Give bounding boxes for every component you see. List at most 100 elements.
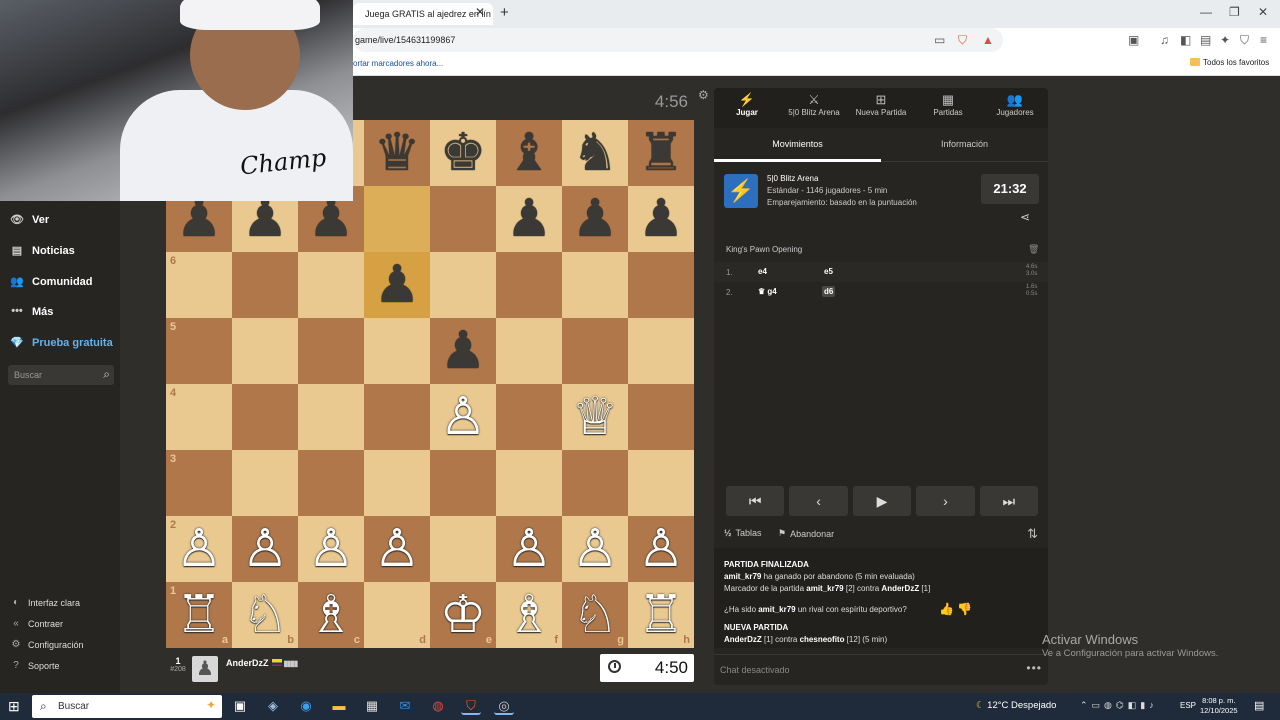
square-e2[interactable] <box>430 516 496 582</box>
square-g6[interactable] <box>562 252 628 318</box>
previous-move-button[interactable]: ‹ <box>789 486 848 516</box>
tab-jugadores[interactable]: 👥 Jugadores <box>982 92 1048 117</box>
square-b1[interactable]: ♘ b <box>232 582 298 648</box>
square-e7[interactable] <box>430 186 496 252</box>
square-c2[interactable]: ♙ <box>298 516 364 582</box>
start-icon[interactable]: ⊞ <box>8 698 20 715</box>
square-h5[interactable] <box>628 318 694 384</box>
language-indicator[interactable]: ESP <box>1180 701 1196 710</box>
sidebar-item-comunidad[interactable]: 👥 Comunidad <box>8 275 92 289</box>
tab-blitz-arena[interactable]: ⚔ 5|0 Blitz Arena <box>781 92 847 117</box>
chess-piece[interactable]: ♜ <box>638 127 685 179</box>
square-f3[interactable] <box>496 450 562 516</box>
brave-icon[interactable]: ⛉ <box>461 697 481 715</box>
square-e6[interactable] <box>430 252 496 318</box>
square-e3[interactable] <box>430 450 496 516</box>
chess-piece[interactable]: ♙ <box>176 523 223 575</box>
square-f2[interactable]: ♙ <box>496 516 562 582</box>
square-h7[interactable]: ♟ <box>628 186 694 252</box>
chess-piece[interactable]: ♙ <box>440 391 487 443</box>
share-icon[interactable]: ⋖ <box>1020 210 1030 224</box>
square-g1[interactable]: ♘ g <box>562 582 628 648</box>
square-b5[interactable] <box>232 318 298 384</box>
rewards-icon[interactable]: ▲ <box>982 33 994 47</box>
taskbar-clock[interactable]: 8:08 p. m. 12/10/2025 <box>1200 696 1238 716</box>
white-move[interactable]: ♛ g4 <box>758 287 777 296</box>
maximize-icon[interactable]: ❐ <box>1229 5 1240 19</box>
chess-piece[interactable]: ♖ <box>176 589 223 641</box>
sidebar-item-ver[interactable]: 👁 Ver <box>8 213 49 227</box>
chess-piece[interactable]: ♗ <box>506 589 553 641</box>
square-g2[interactable]: ♙ <box>562 516 628 582</box>
chess-piece[interactable]: ♙ <box>572 523 619 575</box>
browser-tab[interactable]: Juega GRATIS al ajedrez en lín <box>353 3 493 25</box>
square-c6[interactable] <box>298 252 364 318</box>
square-g5[interactable] <box>562 318 628 384</box>
weather-widget[interactable]: ☾ 12°C Despejado <box>976 700 1056 711</box>
chess-piece[interactable]: ♗ <box>308 589 355 641</box>
first-move-button[interactable]: ⏮ <box>726 486 785 516</box>
chess-piece[interactable]: ♚ <box>440 127 487 179</box>
chess-piece[interactable]: ♙ <box>374 523 421 575</box>
board-settings-icon[interactable]: ⚙ <box>698 88 709 102</box>
support-link[interactable]: ? Soporte <box>10 660 59 672</box>
media-icon[interactable]: ♫ <box>1160 33 1169 47</box>
square-e5[interactable]: ♟ <box>430 318 496 384</box>
chess-piece[interactable]: ♟ <box>374 259 421 311</box>
leo-icon[interactable]: ✦ <box>1220 33 1230 47</box>
new-tab-button[interactable]: + <box>500 4 509 21</box>
light-mode-toggle[interactable]: ◐ Interfaz clara <box>10 597 80 609</box>
tab-jugar[interactable]: ⚡ Jugar <box>714 92 780 117</box>
white-move[interactable]: e4 <box>758 267 767 276</box>
square-d5[interactable] <box>364 318 430 384</box>
square-a3[interactable]: 3 <box>166 450 232 516</box>
square-d4[interactable] <box>364 384 430 450</box>
square-d6[interactable]: ♟ <box>364 252 430 318</box>
wallet-icon[interactable]: ▤ <box>1200 33 1211 47</box>
settings-link[interactable]: ⚙ Configuración <box>10 639 84 651</box>
chess-piece[interactable]: ♕ <box>572 391 619 443</box>
chess-piece[interactable]: ♙ <box>638 523 685 575</box>
obs-icon[interactable]: ◎ <box>494 697 514 715</box>
import-bookmarks-link[interactable]: ortar marcadores ahora... <box>353 59 443 68</box>
notification-icon[interactable]: ▤ <box>1254 699 1264 712</box>
square-e1[interactable]: ♔ e <box>430 582 496 648</box>
task-view-icon[interactable]: ▣ <box>230 697 250 715</box>
sidebar-search-input[interactable]: Buscar ⌕ <box>8 365 114 385</box>
square-f1[interactable]: ♗ f <box>496 582 562 648</box>
square-e4[interactable]: ♙ <box>430 384 496 450</box>
square-c3[interactable] <box>298 450 364 516</box>
thumbs-down-icon[interactable]: 👎 <box>957 602 972 616</box>
black-move[interactable]: e5 <box>824 267 833 276</box>
chat-options-icon[interactable]: ••• <box>1026 661 1042 675</box>
square-b4[interactable] <box>232 384 298 450</box>
square-b3[interactable] <box>232 450 298 516</box>
chess-piece[interactable]: ♞ <box>572 127 619 179</box>
player-name-row[interactable]: AnderDzZ ▮▮▮▮ <box>226 658 298 668</box>
sidebar-item-mas[interactable]: ••• Más <box>8 305 53 319</box>
square-a5[interactable]: 5 <box>166 318 232 384</box>
tab-informacion[interactable]: Información <box>881 139 1048 149</box>
sidebar-item-noticias[interactable]: ▤ Noticias <box>8 244 75 258</box>
square-f7[interactable]: ♟ <box>496 186 562 252</box>
chess-piece[interactable]: ♔ <box>440 589 487 641</box>
square-h3[interactable] <box>628 450 694 516</box>
sidebar-toggle-icon[interactable]: ◧ <box>1180 33 1191 47</box>
tab-nueva-partida[interactable]: ⊞ Nueva Partida <box>848 92 914 117</box>
store-icon[interactable]: ▦ <box>362 697 382 715</box>
url-field[interactable]: game/live/154631199867 <box>353 28 1003 52</box>
tab-movimientos[interactable]: Movimientos <box>714 139 881 149</box>
menu-icon[interactable]: ≡ <box>1260 33 1267 47</box>
square-b6[interactable] <box>232 252 298 318</box>
tab-close-icon[interactable]: ✕ <box>475 5 485 19</box>
square-h1[interactable]: ♖ h <box>628 582 694 648</box>
minimize-icon[interactable]: — <box>1200 5 1212 19</box>
square-h4[interactable] <box>628 384 694 450</box>
square-h2[interactable]: ♙ <box>628 516 694 582</box>
square-d8[interactable]: ♛ <box>364 120 430 186</box>
chess-piece[interactable]: ♟ <box>506 193 553 245</box>
avatar[interactable]: ♟ <box>192 656 218 682</box>
file-explorer-icon[interactable]: ▬ <box>329 697 349 715</box>
square-e8[interactable]: ♚ <box>430 120 496 186</box>
all-bookmarks-folder[interactable]: Todos los favoritos <box>1190 58 1269 67</box>
